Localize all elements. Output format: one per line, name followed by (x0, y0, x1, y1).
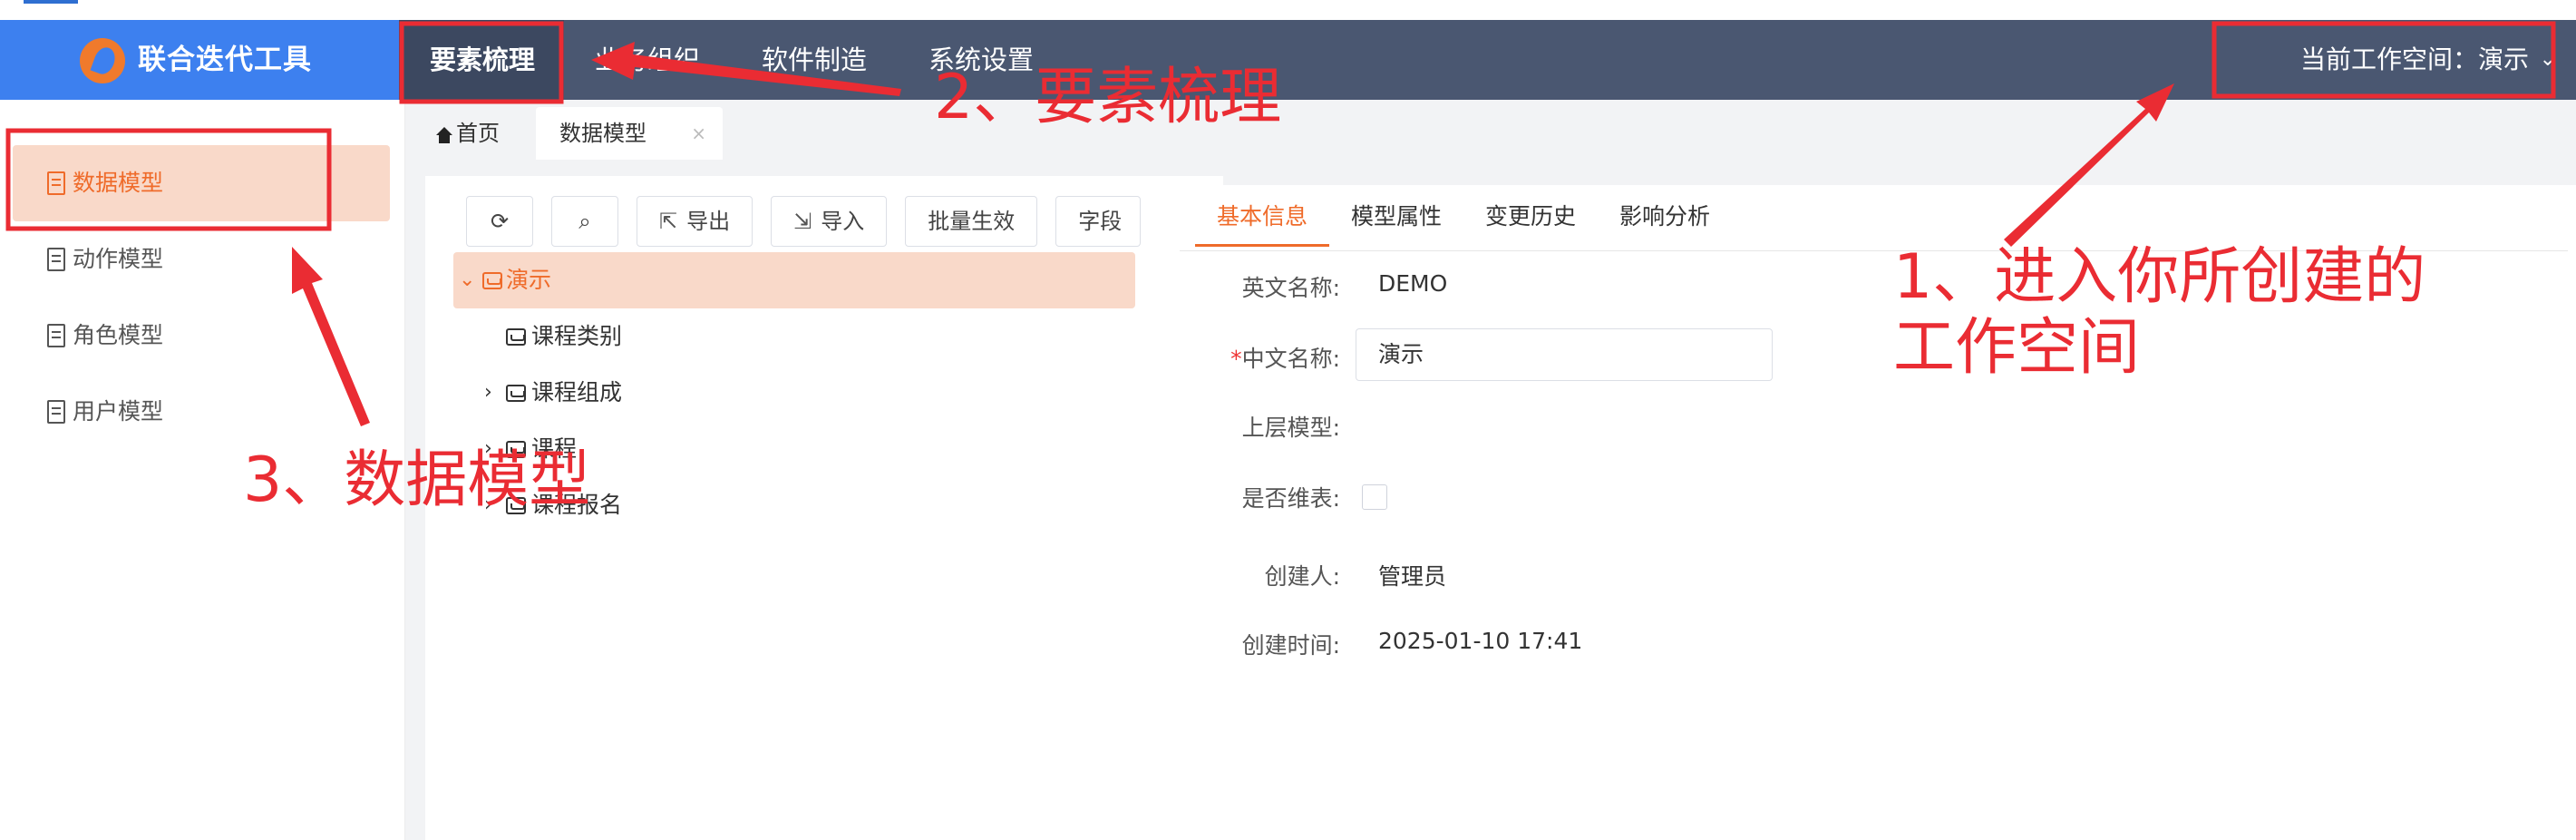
cn-name-label: *中文名称: (1230, 346, 1340, 372)
sidebar-item-label: 用户模型 (73, 398, 164, 425)
batch-apply-label: 批量生效 (928, 209, 1016, 234)
batch-apply-button[interactable]: 批量生效 (905, 196, 1038, 247)
tree-node[interactable]: › 课程组成 (453, 365, 1135, 421)
tree-node-label: 演示 (506, 267, 552, 293)
export-label: 导出 (686, 209, 731, 234)
cn-name-input[interactable]: 演示 (1356, 328, 1773, 381)
nav-item-software[interactable]: 软件制造 (731, 20, 898, 100)
export-icon: ⇱ (659, 209, 678, 234)
tab-data-model[interactable]: 数据模型 × (536, 107, 723, 160)
sidebar-item-role-model[interactable]: 角色模型 (13, 298, 390, 374)
app-logo-icon (80, 38, 125, 83)
model-box-icon (506, 385, 526, 402)
creator-value: 管理员 (1378, 563, 1447, 590)
model-box-icon (482, 272, 502, 289)
tab-basic-info[interactable]: 基本信息 (1195, 187, 1330, 247)
document-icon (47, 324, 65, 347)
close-icon[interactable]: × (691, 107, 706, 160)
app-title: 联合迭代工具 (138, 44, 312, 76)
import-icon: ⇲ (793, 209, 812, 234)
field-label: 字段 (1078, 209, 1123, 234)
sidebar-item-label: 动作模型 (73, 246, 164, 272)
is-dimension-checkbox[interactable] (1362, 484, 1387, 510)
chevron-right-icon[interactable]: › (484, 365, 492, 421)
annotation-step-2: 2、要素梳理 (934, 62, 1282, 133)
top-strip (0, 0, 2576, 20)
tree-node[interactable]: 课程类别 (453, 308, 1135, 365)
tree-toolbar: ⟳ ⌕ ⇱ 导出 ⇲ 导入 批量生效 字段 (466, 196, 1142, 247)
tab-change-history[interactable]: 变更历史 (1463, 187, 1598, 247)
en-name-label: 英文名称: (1241, 275, 1340, 301)
is-dimension-label: 是否维表: (1241, 485, 1340, 512)
workspace-selector[interactable]: 当前工作空间：演示 ⌄ (2300, 20, 2556, 100)
document-icon (47, 248, 65, 271)
tree-node-root[interactable]: ⌄ 演示 (453, 252, 1135, 308)
annotation-step-1-line2: 工作空间 (1893, 312, 2141, 384)
nav-item-business[interactable]: 业务组织 (564, 20, 731, 100)
document-icon (47, 400, 65, 424)
annotation-step-1-line1: 1、进入你所创建的 (1893, 241, 2426, 313)
created-time-label: 创建时间: (1241, 632, 1340, 659)
workspace-label: 当前工作空间：演示 (2299, 44, 2529, 74)
search-button[interactable]: ⌕ (551, 196, 618, 247)
model-box-icon (506, 328, 526, 346)
creator-label: 创建人: (1264, 563, 1340, 590)
import-button[interactable]: ⇲ 导入 (771, 196, 888, 247)
detail-tabs: 基本信息 模型属性 变更历史 影响分析 (1195, 187, 1732, 247)
home-icon (436, 127, 452, 143)
tree-node-label: 课程组成 (531, 379, 623, 405)
tab-home-label: 首页 (456, 121, 500, 146)
chevron-down-icon: ⌄ (2539, 48, 2556, 71)
parent-model-label: 上层模型: (1241, 415, 1340, 441)
en-name-value: DEMO (1378, 270, 1448, 297)
search-icon: ⌕ (578, 209, 591, 234)
refresh-button[interactable]: ⟳ (466, 196, 533, 247)
sidebar-item-data-model[interactable]: 数据模型 (13, 145, 390, 221)
tab-model-attributes[interactable]: 模型属性 (1329, 187, 1463, 247)
app-header: 联合迭代工具 要素梳理 业务组织 软件制造 系统设置 当前工作空间：演示 ⌄ (0, 20, 2576, 100)
cn-name-input-value: 演示 (1378, 341, 1424, 367)
field-button[interactable]: 字段 (1055, 196, 1142, 247)
refresh-icon: ⟳ (490, 209, 510, 234)
cn-name-label-text: 中文名称: (1241, 346, 1340, 372)
sidebar-item-action-model[interactable]: 动作模型 (13, 221, 390, 298)
document-icon (47, 171, 65, 195)
nav-item-elements[interactable]: 要素梳理 (399, 20, 565, 100)
tab-data-model-label: 数据模型 (559, 121, 646, 146)
page-tabs: 首页 数据模型 × (405, 100, 2576, 163)
tree-node-label: 课程类别 (531, 323, 623, 349)
tab-impact-analysis[interactable]: 影响分析 (1598, 187, 1732, 247)
brand[interactable]: 联合迭代工具 (0, 20, 399, 100)
sidebar-item-label: 角色模型 (73, 322, 164, 348)
annotation-step-3: 3、数据模型 (243, 444, 591, 516)
top-strip-mark (24, 0, 78, 4)
chevron-down-icon: ⌄ (459, 269, 476, 291)
export-button[interactable]: ⇱ 导出 (637, 196, 753, 247)
sidebar-item-user-model[interactable]: 用户模型 (13, 374, 390, 450)
tab-home[interactable]: 首页 (416, 107, 525, 160)
created-time-value: 2025-01-10 17:41 (1378, 628, 1583, 654)
import-label: 导入 (821, 209, 865, 234)
sidebar-item-label: 数据模型 (73, 170, 164, 196)
